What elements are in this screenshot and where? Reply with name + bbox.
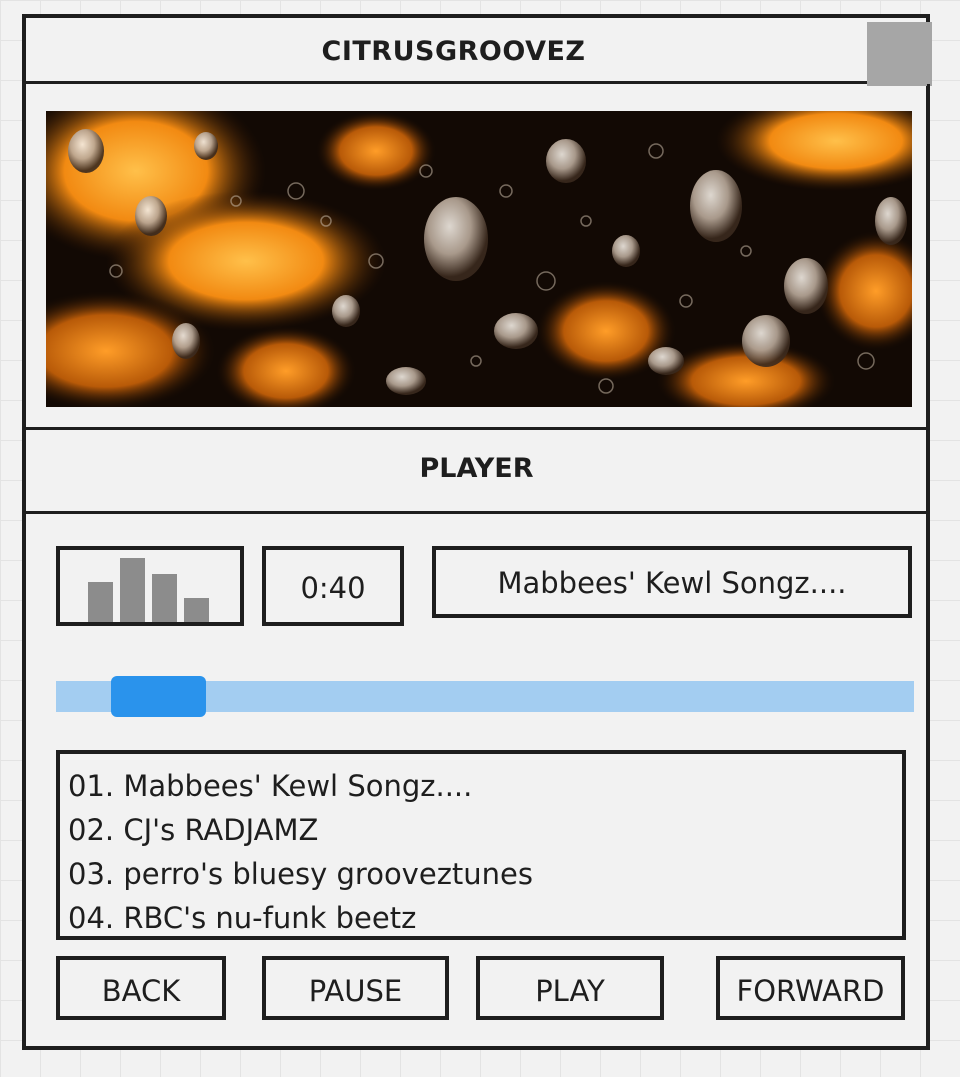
playlist: 01. Mabbees' Kewl Songz.... 02. CJ's RADJ…	[56, 750, 906, 940]
equalizer-bar	[184, 598, 209, 622]
equalizer-bar	[152, 574, 177, 622]
playlist-item[interactable]: 02. CJ's RADJAMZ	[68, 808, 902, 852]
album-art-panel	[26, 84, 930, 430]
app-title: CITRUSGROOVEZ	[321, 36, 586, 67]
pause-button[interactable]: PAUSE	[262, 956, 449, 1020]
player-window: CITRUSGROOVEZ PLAYER 0:40 Mabbees' Kewl …	[22, 14, 932, 1050]
album-art-image	[46, 111, 912, 407]
player-section-header: PLAYER	[26, 430, 930, 514]
back-button[interactable]: BACK	[56, 956, 226, 1020]
equalizer-bar	[88, 582, 113, 622]
play-button[interactable]: PLAY	[476, 956, 664, 1020]
playlist-item[interactable]: 03. perro's bluesy grooveztunes	[68, 852, 902, 896]
playlist-item[interactable]: 01. Mabbees' Kewl Songz....	[68, 764, 902, 808]
player-title: PLAYER	[419, 453, 534, 484]
equalizer-bar	[120, 558, 145, 622]
now-playing-title: Mabbees' Kewl Songz....	[432, 546, 912, 618]
progress-slider-thumb[interactable]	[111, 676, 206, 717]
window-corner-block[interactable]	[867, 22, 932, 86]
playlist-item[interactable]: 04. RBC's nu-funk beetz	[68, 896, 902, 936]
equalizer-visualizer	[56, 546, 244, 626]
app-header: CITRUSGROOVEZ	[26, 18, 926, 84]
forward-button[interactable]: FORWARD	[716, 956, 905, 1020]
elapsed-time-display: 0:40	[262, 546, 404, 626]
